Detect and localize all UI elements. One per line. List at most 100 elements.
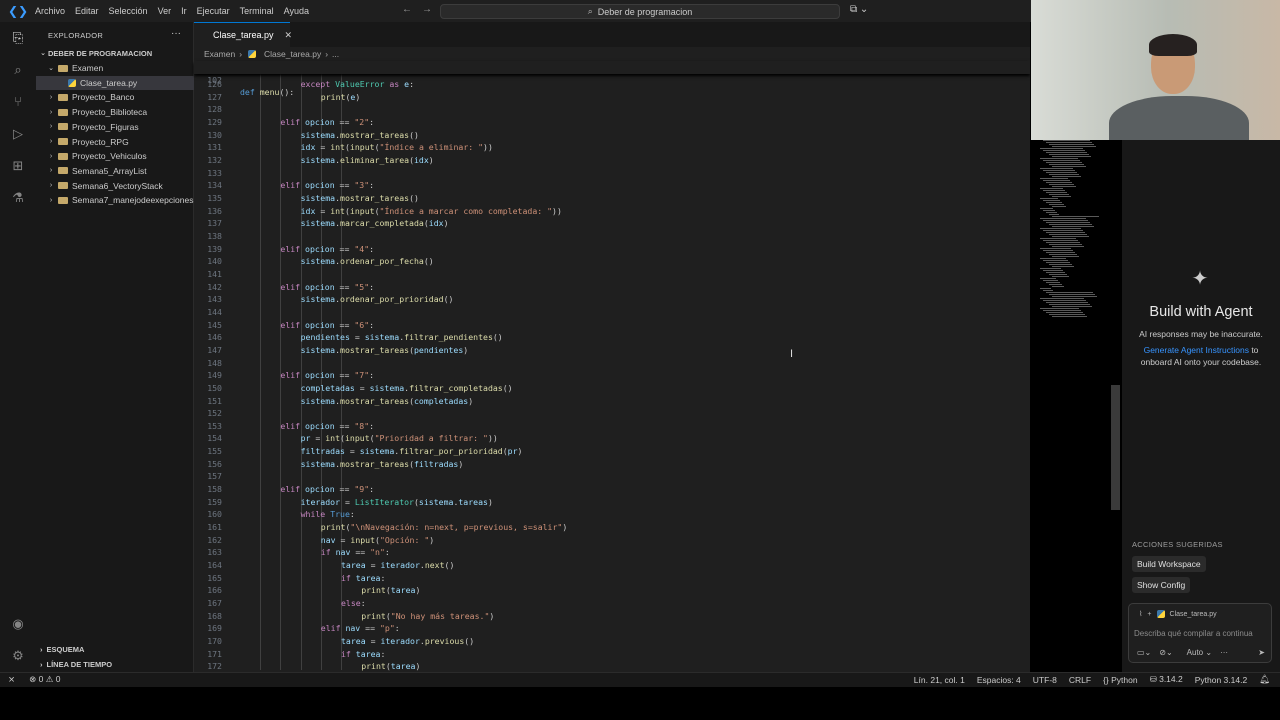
code-line[interactable]: 129 elif opcion == "2": bbox=[194, 116, 1030, 129]
code-line[interactable]: 141 bbox=[194, 268, 1030, 281]
menu-ver[interactable]: Ver bbox=[153, 6, 177, 16]
menu-seleccion[interactable]: Selección bbox=[104, 6, 153, 16]
code-line[interactable]: 147 sistema.mostrar_tareas(pendientes) bbox=[194, 344, 1030, 357]
code-line[interactable]: 136 idx = int(input("Índice a marcar como… bbox=[194, 205, 1030, 218]
tree-folder-item[interactable]: › Proyecto_Vehiculos bbox=[36, 149, 194, 163]
code-line[interactable]: 165 if tarea: bbox=[194, 572, 1030, 585]
tools-icon[interactable]: ⊘⌄ bbox=[1159, 648, 1172, 657]
workspace-root[interactable]: ⌄ DEBER DE PROGRAMACION bbox=[36, 46, 194, 60]
timeline-section[interactable]: › LÍNEA DE TIEMPO bbox=[40, 660, 112, 669]
menu-ayuda[interactable]: Ayuda bbox=[279, 6, 314, 16]
code-line[interactable]: 155 filtradas = sistema.filtrar_por_prior… bbox=[194, 445, 1030, 458]
chat-input-box[interactable]: ⌇ + Clase_tarea.py Describa qué compilar… bbox=[1128, 603, 1272, 663]
code-line[interactable]: 132 sistema.eliminar_tarea(idx) bbox=[194, 154, 1030, 167]
show-config-button[interactable]: Show Config bbox=[1132, 577, 1191, 593]
problems-indicator[interactable]: ⊗ 0 ⚠ 0 bbox=[29, 674, 60, 685]
menu-ir[interactable]: Ir bbox=[176, 6, 192, 16]
code-line[interactable]: 157 bbox=[194, 470, 1030, 483]
line-endings[interactable]: CRLF bbox=[1069, 675, 1091, 685]
cursor-position[interactable]: Lín. 21, col. 1 bbox=[914, 675, 965, 685]
extensions-icon[interactable]: ⊞ bbox=[8, 156, 28, 176]
code-line[interactable]: 162 nav = input("Opción: ") bbox=[194, 534, 1030, 547]
code-line[interactable]: 149 elif opcion == "7": bbox=[194, 369, 1030, 382]
menu-terminal[interactable]: Terminal bbox=[235, 6, 279, 16]
tree-folder-item[interactable]: › Semana6_VectoryStack bbox=[36, 179, 194, 193]
code-line[interactable]: 168 print("No hay más tareas.") bbox=[194, 610, 1030, 623]
code-line[interactable]: 127 print(e) bbox=[194, 91, 1030, 104]
code-line[interactable]: 134 elif opcion == "3": bbox=[194, 179, 1030, 192]
code-line[interactable]: 150 completadas = sistema.filtrar_complet… bbox=[194, 382, 1030, 395]
testing-flask-icon[interactable]: ⚗ bbox=[8, 188, 28, 208]
breadcrumb-file[interactable]: Clase_tarea.py bbox=[264, 49, 321, 59]
tree-file-item[interactable]: Clase_tarea.py bbox=[36, 75, 194, 90]
menu-archivo[interactable]: Archivo bbox=[30, 6, 70, 16]
build-workspace-button[interactable]: Build Workspace bbox=[1132, 556, 1206, 572]
code-line[interactable]: 151 sistema.mostrar_tareas(completadas) bbox=[194, 395, 1030, 408]
code-line[interactable]: 133 bbox=[194, 167, 1030, 180]
minimap[interactable] bbox=[1032, 138, 1112, 328]
tree-folder-item[interactable]: › Proyecto_Biblioteca bbox=[36, 105, 194, 119]
sticky-scroll-header[interactable]: 102 def menu(): bbox=[194, 61, 1030, 97]
code-line[interactable]: 142 elif opcion == "5": bbox=[194, 281, 1030, 294]
breadcrumb-folder[interactable]: Examen bbox=[204, 49, 235, 59]
code-line[interactable]: 166 print(tarea) bbox=[194, 584, 1030, 597]
code-line[interactable]: 138 bbox=[194, 230, 1030, 243]
code-line[interactable]: 137 sistema.marcar_completada(idx) bbox=[194, 217, 1030, 230]
outline-section[interactable]: › ESQUEMA bbox=[40, 645, 84, 654]
forward-arrow-icon[interactable]: → bbox=[422, 4, 432, 15]
tree-folder-item[interactable]: › Semana5_ArrayList bbox=[36, 164, 194, 178]
code-line[interactable]: 154 pr = int(input("Prioridad a filtrar: … bbox=[194, 432, 1030, 445]
code-line[interactable]: 163 if nav == "n": bbox=[194, 546, 1030, 559]
tree-folder-item[interactable]: › Semana7_manejodeexepciones bbox=[36, 193, 194, 207]
tree-folder-item[interactable]: › Proyecto_Figuras bbox=[36, 120, 194, 134]
copilot-menu-button[interactable]: ⧉ ⌄ bbox=[850, 4, 868, 15]
code-line[interactable]: 167 else: bbox=[194, 597, 1030, 610]
code-line[interactable]: 156 sistema.mostrar_tareas(filtradas) bbox=[194, 458, 1030, 471]
python-interpreter[interactable]: Python 3.14.2 bbox=[1195, 675, 1247, 685]
python-env[interactable]: ⛁ 3.14.2 bbox=[1150, 674, 1183, 685]
more-actions-icon[interactable]: ··· bbox=[171, 28, 181, 39]
code-line[interactable]: 164 tarea = iterador.next() bbox=[194, 559, 1030, 572]
language-mode[interactable]: {} Python bbox=[1103, 675, 1138, 685]
tree-folder-item[interactable]: › Proyecto_Banco bbox=[36, 90, 194, 104]
code-line[interactable]: 131 idx = int(input("Índice a eliminar: "… bbox=[194, 141, 1030, 154]
code-line[interactable]: 158 elif opcion == "9": bbox=[194, 483, 1030, 496]
code-line[interactable]: 140 sistema.ordenar_por_fecha() bbox=[194, 255, 1030, 268]
indentation[interactable]: Espacios: 4 bbox=[977, 675, 1021, 685]
notifications-bell-icon[interactable]: 🔔︎ bbox=[1259, 674, 1270, 685]
code-line[interactable]: 130 sistema.mostrar_tareas() bbox=[194, 129, 1030, 142]
menu-editar[interactable]: Editar bbox=[70, 6, 104, 16]
tree-folder-item[interactable]: › Proyecto_RPG bbox=[36, 135, 194, 149]
code-line[interactable]: 148 bbox=[194, 357, 1030, 370]
encoding[interactable]: UTF-8 bbox=[1033, 675, 1057, 685]
editor-scrollbar[interactable] bbox=[1111, 385, 1120, 510]
code-line[interactable]: 152 bbox=[194, 407, 1030, 420]
code-line[interactable]: 143 sistema.ordenar_por_prioridad() bbox=[194, 293, 1030, 306]
model-picker[interactable]: Auto ⌄ bbox=[1187, 648, 1212, 657]
command-center-search[interactable]: ⌕ Deber de programacion bbox=[440, 4, 840, 19]
remote-icon[interactable]: ⨯ bbox=[8, 674, 15, 685]
search-icon[interactable]: ⌕ bbox=[8, 60, 28, 80]
code-line[interactable]: 169 elif nav == "p": bbox=[194, 622, 1030, 635]
close-icon[interactable]: ✕ bbox=[285, 30, 293, 41]
code-line[interactable]: 170 tarea = iterador.previous() bbox=[194, 635, 1030, 648]
source-control-icon[interactable]: ⑂ bbox=[8, 92, 28, 112]
account-icon[interactable]: ◉ bbox=[8, 614, 28, 634]
breadcrumb-more[interactable]: ... bbox=[332, 49, 339, 59]
code-line[interactable]: 153 elif opcion == "8": bbox=[194, 420, 1030, 433]
attach-icon[interactable]: ⌇ bbox=[1139, 610, 1142, 618]
code-line[interactable]: 161 print("\nNavegación: n=next, p=previo… bbox=[194, 521, 1030, 534]
more-icon[interactable]: ··· bbox=[1220, 648, 1228, 657]
agent-mode-icon[interactable]: ▭⌄ bbox=[1137, 648, 1151, 657]
code-line[interactable]: 145 elif opcion == "6": bbox=[194, 319, 1030, 332]
back-arrow-icon[interactable]: ← bbox=[402, 4, 412, 15]
code-line[interactable]: 160 while True: bbox=[194, 508, 1030, 521]
generate-instructions-link[interactable]: Generate Agent Instructions bbox=[1144, 345, 1249, 355]
code-line[interactable]: 146 pendientes = sistema.filtrar_pendient… bbox=[194, 331, 1030, 344]
tree-folder-item[interactable]: ⌄ Examen bbox=[36, 61, 194, 75]
code-line[interactable]: 171 if tarea: bbox=[194, 648, 1030, 661]
settings-gear-icon[interactable]: ⚙ bbox=[8, 646, 28, 666]
send-icon[interactable]: ➤ bbox=[1258, 648, 1265, 657]
code-line[interactable]: 139 elif opcion == "4": bbox=[194, 243, 1030, 256]
menu-ejecutar[interactable]: Ejecutar bbox=[192, 6, 235, 16]
